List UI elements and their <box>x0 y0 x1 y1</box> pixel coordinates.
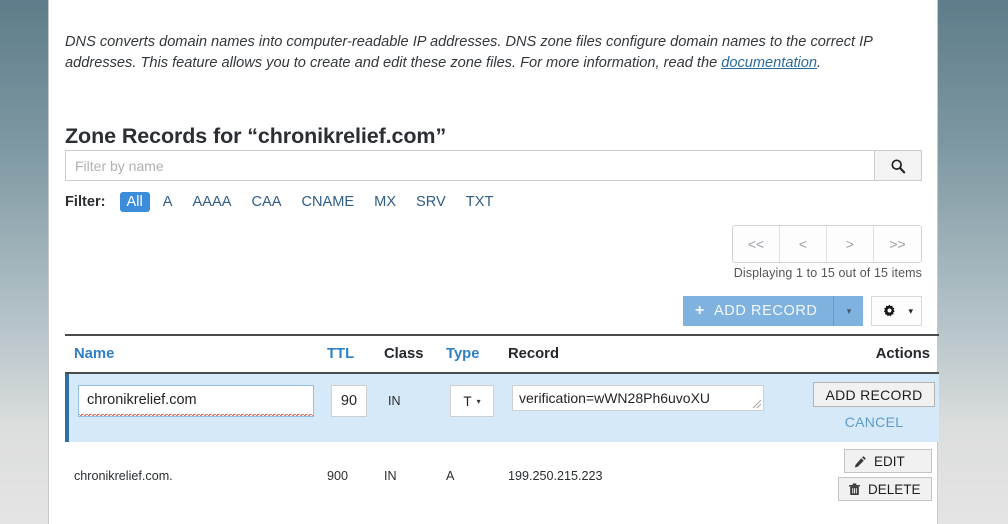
record-value-wrapper <box>512 385 764 411</box>
filter-link-mx[interactable]: MX <box>367 192 403 212</box>
table-row: chronikrelief.com. 900 IN A 199.250.215.… <box>65 442 939 508</box>
intro-text-after: . <box>817 54 822 71</box>
pagination: << < > >> <box>732 225 922 263</box>
add-record-dropdown-button[interactable]: ▾ <box>833 296 864 326</box>
chevron-down-icon: ▾ <box>476 396 481 406</box>
chevron-down-icon: ▾ <box>908 305 913 316</box>
documentation-link[interactable]: documentation <box>721 55 817 71</box>
confirm-add-record-button[interactable]: ADD RECORD <box>813 382 935 407</box>
search-button[interactable] <box>874 150 922 181</box>
pager-next-button[interactable]: > <box>827 226 874 262</box>
new-record-edit-row: IN T ▾ <box>65 374 939 442</box>
record-class-value: IN <box>388 394 401 408</box>
search-row <box>65 150 922 181</box>
row-actions: EDIT DELETE <box>825 449 939 501</box>
filter-row: Filter: All A AAAA CAA CNAME MX SRV TXT <box>65 190 506 214</box>
chevron-down-icon: ▾ <box>846 305 852 316</box>
filter-link-srv[interactable]: SRV <box>409 192 453 212</box>
page-title: Zone Records for “chronikrelief.com” <box>65 123 447 148</box>
pager-first-button[interactable]: << <box>733 226 780 262</box>
add-record-label: ADD RECORD <box>713 303 818 319</box>
cell-type: A <box>446 468 455 483</box>
record-value-input[interactable] <box>512 385 764 411</box>
record-type-select[interactable]: T ▾ <box>450 385 494 417</box>
record-toolbar: + ADD RECORD ▾ ▾ <box>683 296 922 326</box>
pagination-status: Displaying 1 to 15 out of 15 items <box>733 266 922 280</box>
cell-ttl: 900 <box>327 468 349 483</box>
filter-link-a[interactable]: A <box>156 192 180 212</box>
cancel-link[interactable]: CANCEL <box>809 414 939 430</box>
plus-icon: + <box>695 302 705 319</box>
search-input[interactable] <box>65 150 874 181</box>
gear-icon <box>884 304 896 316</box>
edit-label: EDIT <box>874 453 905 469</box>
cell-record: 199.250.215.223 <box>508 468 603 483</box>
column-header-actions: Actions <box>875 346 930 362</box>
column-header-class: Class <box>384 346 424 362</box>
edit-row-actions: ADD RECORD CANCEL <box>809 382 939 430</box>
column-header-record: Record <box>508 346 559 362</box>
table-header-row: Name TTL Class Type Record Actions <box>65 334 939 374</box>
cell-class: IN <box>384 468 397 483</box>
pager-last-button[interactable]: >> <box>874 226 921 262</box>
settings-button[interactable]: ▾ <box>871 296 922 326</box>
cell-name: chronikrelief.com. <box>74 468 173 483</box>
search-icon <box>891 158 906 173</box>
filter-link-txt[interactable]: TXT <box>459 192 501 212</box>
record-type-value: T <box>463 393 472 409</box>
edit-record-button[interactable]: EDIT <box>844 449 932 473</box>
zone-records-table: Name TTL Class Type Record Actions IN <box>65 334 939 508</box>
column-header-ttl[interactable]: TTL <box>327 346 384 362</box>
delete-label: DELETE <box>868 481 921 497</box>
record-ttl-input[interactable] <box>331 385 367 417</box>
pager-prev-button[interactable]: < <box>780 226 827 262</box>
page-wrapper: DNS converts domain names into computer-… <box>48 0 956 524</box>
content-card: DNS converts domain names into computer-… <box>48 0 939 524</box>
filter-link-caa[interactable]: CAA <box>244 192 288 212</box>
filter-link-aaaa[interactable]: AAAA <box>186 192 239 212</box>
pencil-icon <box>854 455 866 468</box>
column-header-name[interactable]: Name <box>65 346 327 362</box>
record-name-input[interactable] <box>78 385 314 417</box>
intro-paragraph: DNS converts domain names into computer-… <box>65 32 907 74</box>
add-record-button[interactable]: + ADD RECORD <box>683 296 834 326</box>
trash-icon <box>849 482 860 495</box>
filter-label: Filter: <box>65 194 106 210</box>
delete-record-button[interactable]: DELETE <box>838 477 932 501</box>
content-inner: DNS converts domain names into computer-… <box>65 0 939 524</box>
filter-link-all[interactable]: All <box>119 192 150 212</box>
column-header-type[interactable]: Type <box>446 346 508 362</box>
filter-link-cname[interactable]: CNAME <box>294 192 361 212</box>
